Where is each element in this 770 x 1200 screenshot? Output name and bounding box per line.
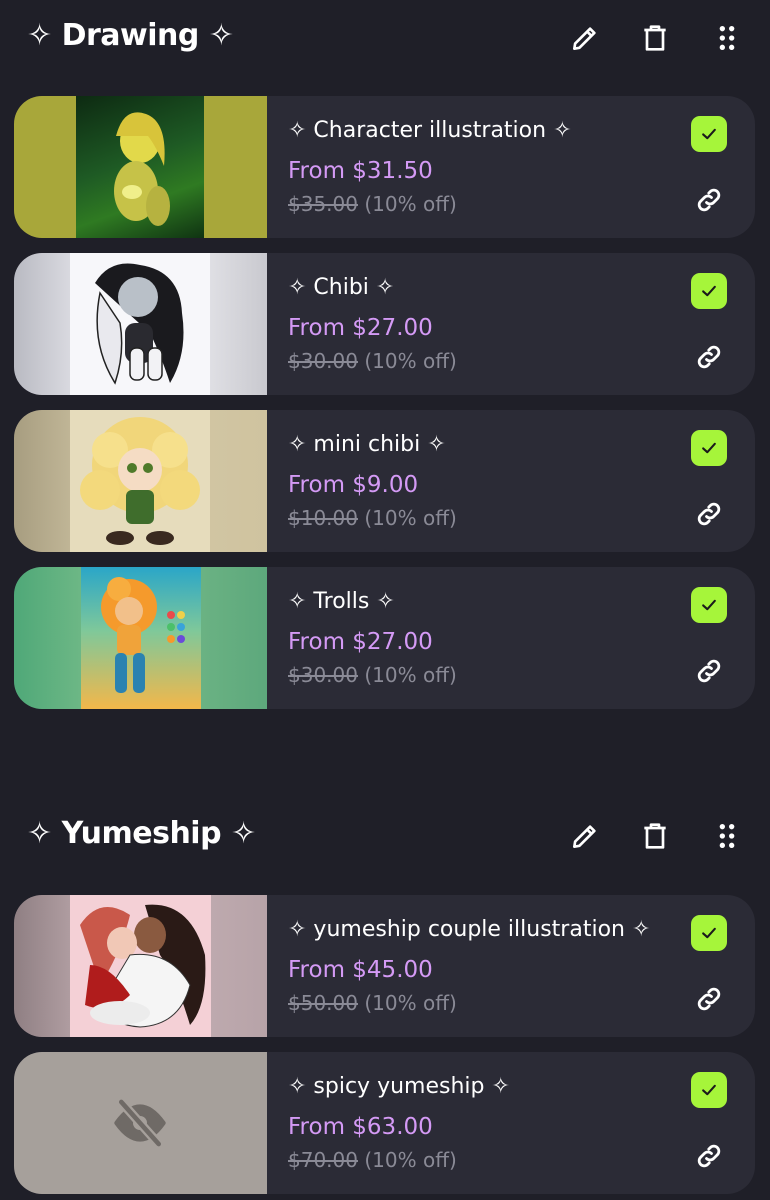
- service-price: From $27.00: [288, 629, 433, 655]
- service-title: ✧ Trolls ✧: [288, 589, 395, 614]
- checkmark-icon: [702, 927, 716, 939]
- service-thumbnail: [14, 410, 267, 552]
- service-info: ✧ mini chibi ✧ From $9.00 $10.00 (10% of…: [288, 410, 675, 552]
- original-price-value: $10.00: [288, 506, 358, 530]
- copy-link-button[interactable]: [691, 1138, 727, 1174]
- service-original-price: $10.00 (10% off): [288, 506, 457, 530]
- service-original-price: $70.00 (10% off): [288, 1148, 457, 1172]
- discount-label: (10% off): [364, 192, 457, 216]
- section-header-drawing: ✧ Drawing ✧: [0, 0, 770, 80]
- service-title: ✧ Chibi ✧: [288, 275, 395, 300]
- service-price: From $27.00: [288, 315, 433, 341]
- service-thumbnail: [14, 1052, 267, 1194]
- service-card[interactable]: ✧ Trolls ✧ From $27.00 $30.00 (10% off): [14, 567, 755, 709]
- character-artwork: [95, 263, 184, 385]
- service-title: ✧ spicy yumeship ✧: [288, 1074, 510, 1099]
- delete-section-button[interactable]: [635, 18, 675, 58]
- enabled-checkbox[interactable]: [691, 273, 727, 309]
- commission-list: ✧ Drawing ✧ ✧ Character illustration ✧ F…: [0, 0, 770, 1200]
- checkmark-icon: [702, 599, 716, 611]
- service-info: ✧ yumeship couple illustration ✧ From $4…: [288, 895, 675, 1037]
- copy-link-button[interactable]: [691, 182, 727, 218]
- service-info: ✧ Character illustration ✧ From $31.50 $…: [288, 96, 675, 238]
- enabled-checkbox[interactable]: [691, 1072, 727, 1108]
- service-price: From $45.00: [288, 957, 433, 983]
- copy-link-button[interactable]: [691, 496, 727, 532]
- enabled-checkbox[interactable]: [691, 430, 727, 466]
- checkmark-icon: [702, 285, 716, 297]
- link-icon: [697, 345, 721, 369]
- section-title: ✧ Drawing ✧: [27, 18, 234, 53]
- pencil-icon: [573, 825, 596, 848]
- link-icon: [697, 1144, 721, 1168]
- service-info: ✧ Trolls ✧ From $27.00 $30.00 (10% off): [288, 567, 675, 709]
- service-title: ✧ mini chibi ✧: [288, 432, 446, 457]
- copy-link-button[interactable]: [691, 653, 727, 689]
- service-info: ✧ Chibi ✧ From $27.00 $30.00 (10% off): [288, 253, 675, 395]
- original-price-value: $50.00: [288, 991, 358, 1015]
- character-artwork: [101, 577, 185, 693]
- section-title: ✧ Yumeship ✧: [27, 816, 256, 851]
- service-thumbnail: [14, 895, 267, 1037]
- link-icon: [697, 659, 721, 683]
- service-info: ✧ spicy yumeship ✧ From $63.00 $70.00 (1…: [288, 1052, 675, 1194]
- service-card[interactable]: ✧ spicy yumeship ✧ From $63.00 $70.00 (1…: [14, 1052, 755, 1194]
- discount-label: (10% off): [364, 349, 457, 373]
- link-icon: [697, 987, 721, 1011]
- discount-label: (10% off): [364, 663, 457, 687]
- service-card[interactable]: ✧ Character illustration ✧ From $31.50 $…: [14, 96, 755, 238]
- copy-link-button[interactable]: [691, 981, 727, 1017]
- section-header-yumeship: ✧ Yumeship ✧: [0, 798, 770, 878]
- enabled-checkbox[interactable]: [691, 587, 727, 623]
- reorder-section-handle[interactable]: [707, 816, 747, 856]
- enabled-checkbox[interactable]: [691, 915, 727, 951]
- service-price: From $9.00: [288, 472, 419, 498]
- service-thumbnail: [14, 253, 267, 395]
- service-price: From $31.50: [288, 158, 433, 184]
- service-original-price: $30.00 (10% off): [288, 349, 457, 373]
- eye-off-icon: [114, 1097, 166, 1149]
- character-artwork: [80, 417, 200, 545]
- pencil-icon: [573, 27, 596, 50]
- trash-icon: [644, 823, 666, 849]
- service-title: ✧ Character illustration ✧: [288, 118, 572, 143]
- discount-label: (10% off): [364, 506, 457, 530]
- service-card[interactable]: ✧ mini chibi ✧ From $9.00 $10.00 (10% of…: [14, 410, 755, 552]
- service-card[interactable]: ✧ yumeship couple illustration ✧ From $4…: [14, 895, 755, 1037]
- checkmark-icon: [702, 1084, 716, 1096]
- link-icon: [697, 502, 721, 526]
- edit-section-button[interactable]: [565, 816, 605, 856]
- service-original-price: $50.00 (10% off): [288, 991, 457, 1015]
- original-price-value: $70.00: [288, 1148, 358, 1172]
- service-title: ✧ yumeship couple illustration ✧: [288, 917, 651, 942]
- trash-icon: [644, 25, 666, 51]
- enabled-checkbox[interactable]: [691, 116, 727, 152]
- service-original-price: $35.00 (10% off): [288, 192, 457, 216]
- service-thumbnail: [14, 567, 267, 709]
- service-thumbnail: [14, 96, 267, 238]
- discount-label: (10% off): [364, 991, 457, 1015]
- copy-link-button[interactable]: [691, 339, 727, 375]
- original-price-value: $35.00: [288, 192, 358, 216]
- checkmark-icon: [702, 128, 716, 140]
- character-artwork: [80, 904, 206, 1028]
- original-price-value: $30.00: [288, 349, 358, 373]
- reorder-section-handle[interactable]: [707, 18, 747, 58]
- discount-label: (10% off): [364, 1148, 457, 1172]
- drag-handle-icon: [719, 26, 735, 50]
- character-artwork: [114, 112, 170, 226]
- edit-section-button[interactable]: [565, 18, 605, 58]
- service-price: From $63.00: [288, 1114, 433, 1140]
- checkmark-icon: [702, 442, 716, 454]
- link-icon: [697, 188, 721, 212]
- service-card[interactable]: ✧ Chibi ✧ From $27.00 $30.00 (10% off): [14, 253, 755, 395]
- delete-section-button[interactable]: [635, 816, 675, 856]
- original-price-value: $30.00: [288, 663, 358, 687]
- service-original-price: $30.00 (10% off): [288, 663, 457, 687]
- drag-handle-icon: [719, 824, 735, 848]
